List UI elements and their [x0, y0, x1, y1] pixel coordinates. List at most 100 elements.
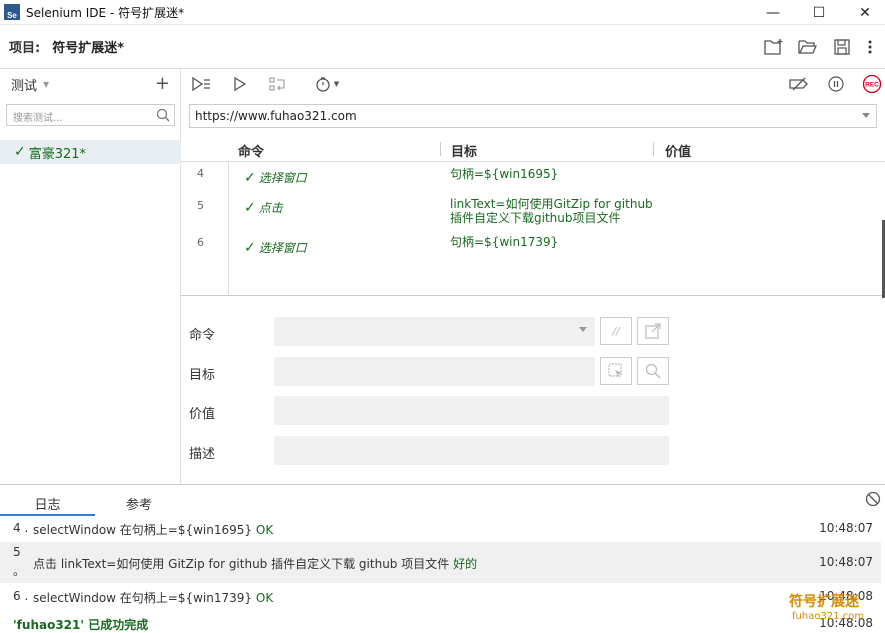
check-icon: ✓ [244, 240, 256, 256]
log-time: 10:48:07 [819, 555, 873, 569]
command-row[interactable]: 5 ✓ 点击 linkText=如何使用GitZip for github 插件自定… [181, 197, 881, 231]
step-over-button[interactable] [267, 74, 289, 94]
window-title: Selenium IDE - 符号扩展迷* [26, 5, 185, 20]
maximize-icon: ☐ [812, 4, 826, 21]
column-divider [653, 142, 654, 156]
value-column-header: 价值 [665, 145, 692, 160]
search-tests-input[interactable]: 搜索测试... [6, 104, 175, 126]
base-url-value: https://www.fuhao321.com [195, 109, 357, 123]
row-target: linkText=如何使用GitZip for github 插件自定义下载git… [450, 197, 653, 225]
base-url-input[interactable]: https://www.fuhao321.com [189, 104, 877, 128]
tests-sidebar: 测试 ▼ + 搜索测试... ✓ 富豪321* [0, 69, 181, 484]
log-message: selectWindow 在句柄上=${win1695} [33, 523, 253, 537]
external-link-icon [645, 323, 661, 339]
test-pass-icon: ✓ [14, 144, 26, 160]
record-icon: REC [862, 74, 882, 94]
run-all-icon [192, 77, 210, 91]
command-column-header: 命令 [238, 145, 265, 160]
search-icon [156, 108, 170, 122]
row-target: 句柄=${win1739} [450, 235, 559, 249]
project-name[interactable]: 符号扩展迷* [52, 37, 124, 56]
pause-on-exceptions-button[interactable] [826, 74, 846, 94]
record-button[interactable]: REC [861, 74, 883, 94]
open-project-button[interactable] [797, 36, 819, 58]
tab-reference[interactable]: 参考 [126, 494, 152, 513]
log-entry: 6 . selectWindow 在句柄上=${win1739} OK 10:4… [0, 589, 881, 609]
run-test-button[interactable] [231, 74, 249, 94]
log-entry: 5 。 点击 linkText=如何使用 GitZip for github 插… [0, 542, 881, 583]
row-command: ✓ 选择窗口 [244, 169, 307, 186]
log-index: 5 [13, 545, 21, 559]
find-target-button[interactable] [637, 357, 669, 385]
command-select[interactable] [274, 317, 595, 346]
command-label: 命令 [189, 328, 216, 343]
log-time: 10:48:07 [819, 521, 873, 535]
row-target-line1: linkText=如何使用GitZip for github [450, 197, 653, 211]
target-input[interactable] [274, 357, 595, 386]
chevron-down-icon [579, 327, 587, 332]
more-vertical-icon [868, 40, 872, 54]
command-editor: 命令 // 目标 价值 描述 [181, 297, 885, 484]
minimize-button[interactable]: — [750, 0, 796, 25]
description-label: 描述 [189, 447, 216, 462]
command-row[interactable]: 4 ✓ 选择窗口 句柄=${win1695} [181, 167, 881, 193]
comment-toggle-button[interactable]: // [600, 317, 632, 345]
test-item[interactable]: ✓ 富豪321* [0, 140, 181, 164]
description-input[interactable] [274, 436, 669, 465]
maximize-button[interactable]: ☐ [796, 0, 842, 25]
open-reference-button[interactable] [637, 317, 669, 345]
chevron-down-icon[interactable] [862, 113, 870, 118]
add-test-button[interactable]: + [155, 73, 170, 94]
selenium-app-icon: Se [4, 4, 20, 20]
value-input[interactable] [274, 396, 669, 425]
log-status: OK [255, 591, 274, 605]
play-icon [234, 77, 246, 91]
select-element-icon [608, 363, 622, 377]
speed-dropdown[interactable]: ▼ [311, 74, 343, 94]
column-divider [440, 142, 441, 156]
log-text: 点击 linkText=如何使用 GitZip for github 插件自定义… [33, 555, 477, 572]
title-bar: Se Selenium IDE - 符号扩展迷* — ☐ ✕ [0, 0, 885, 25]
log-index: 6 . [13, 589, 29, 603]
value-label: 价值 [189, 407, 216, 422]
close-button[interactable]: ✕ [842, 0, 885, 25]
minimize-icon: — [766, 4, 780, 21]
command-row[interactable]: 6 ✓ 选择窗口 句柄=${win1739} [181, 235, 881, 263]
clear-icon [865, 491, 881, 507]
command-text: 选择窗口 [258, 171, 307, 185]
log-panel: 日志 参考 4 . selectWindow 在句柄上=${win1695} O… [0, 484, 885, 632]
more-options-button[interactable] [859, 36, 881, 58]
main-panel: ▼ REC https://www.fuhao321.com 命令 目标 价值 … [181, 69, 885, 484]
log-entry: 4 . selectWindow 在句柄上=${win1695} OK 10:4… [0, 521, 881, 541]
row-number: 6 [197, 236, 204, 249]
comment-icon: // [612, 324, 620, 338]
log-index-suffix: 。 [13, 564, 26, 578]
step-icon [269, 77, 285, 91]
breakpoint-off-icon [789, 77, 808, 91]
save-project-button[interactable] [831, 36, 853, 58]
row-command: ✓ 选择窗口 [244, 239, 307, 256]
command-text: 选择窗口 [258, 241, 307, 255]
disable-breakpoints-button[interactable] [788, 74, 810, 94]
run-all-tests-button[interactable] [191, 74, 213, 94]
row-target: 句柄=${win1695} [450, 167, 559, 181]
log-entry-final: 'fuhao321' 已成功完成 10:48:08 [0, 616, 881, 632]
watermark-url: fuhao321.com [792, 611, 865, 622]
tests-dropdown[interactable]: 测试 ▼ [0, 69, 180, 99]
row-command: ✓ 点击 [244, 199, 283, 216]
commands-grid-header: 命令 目标 价值 [181, 137, 885, 162]
new-project-button[interactable] [763, 36, 785, 58]
timer-icon [316, 77, 330, 92]
commands-grid: 4 ✓ 选择窗口 句柄=${win1695} 5 ✓ 点击 linkText=如何使… [181, 163, 885, 298]
tab-log[interactable]: 日志 [0, 493, 95, 516]
new-folder-icon [764, 39, 783, 55]
row-number: 5 [197, 199, 204, 212]
select-target-button[interactable] [600, 357, 632, 385]
watermark-title: 符号扩展迷 [789, 594, 859, 610]
log-text: selectWindow 在句柄上=${win1695} OK [33, 521, 273, 538]
target-label: 目标 [189, 368, 216, 383]
command-text: 点击 [258, 201, 283, 215]
log-text: selectWindow 在句柄上=${win1739} OK [33, 589, 273, 606]
clear-log-button[interactable] [865, 491, 881, 510]
svg-text:REC: REC [865, 82, 879, 89]
